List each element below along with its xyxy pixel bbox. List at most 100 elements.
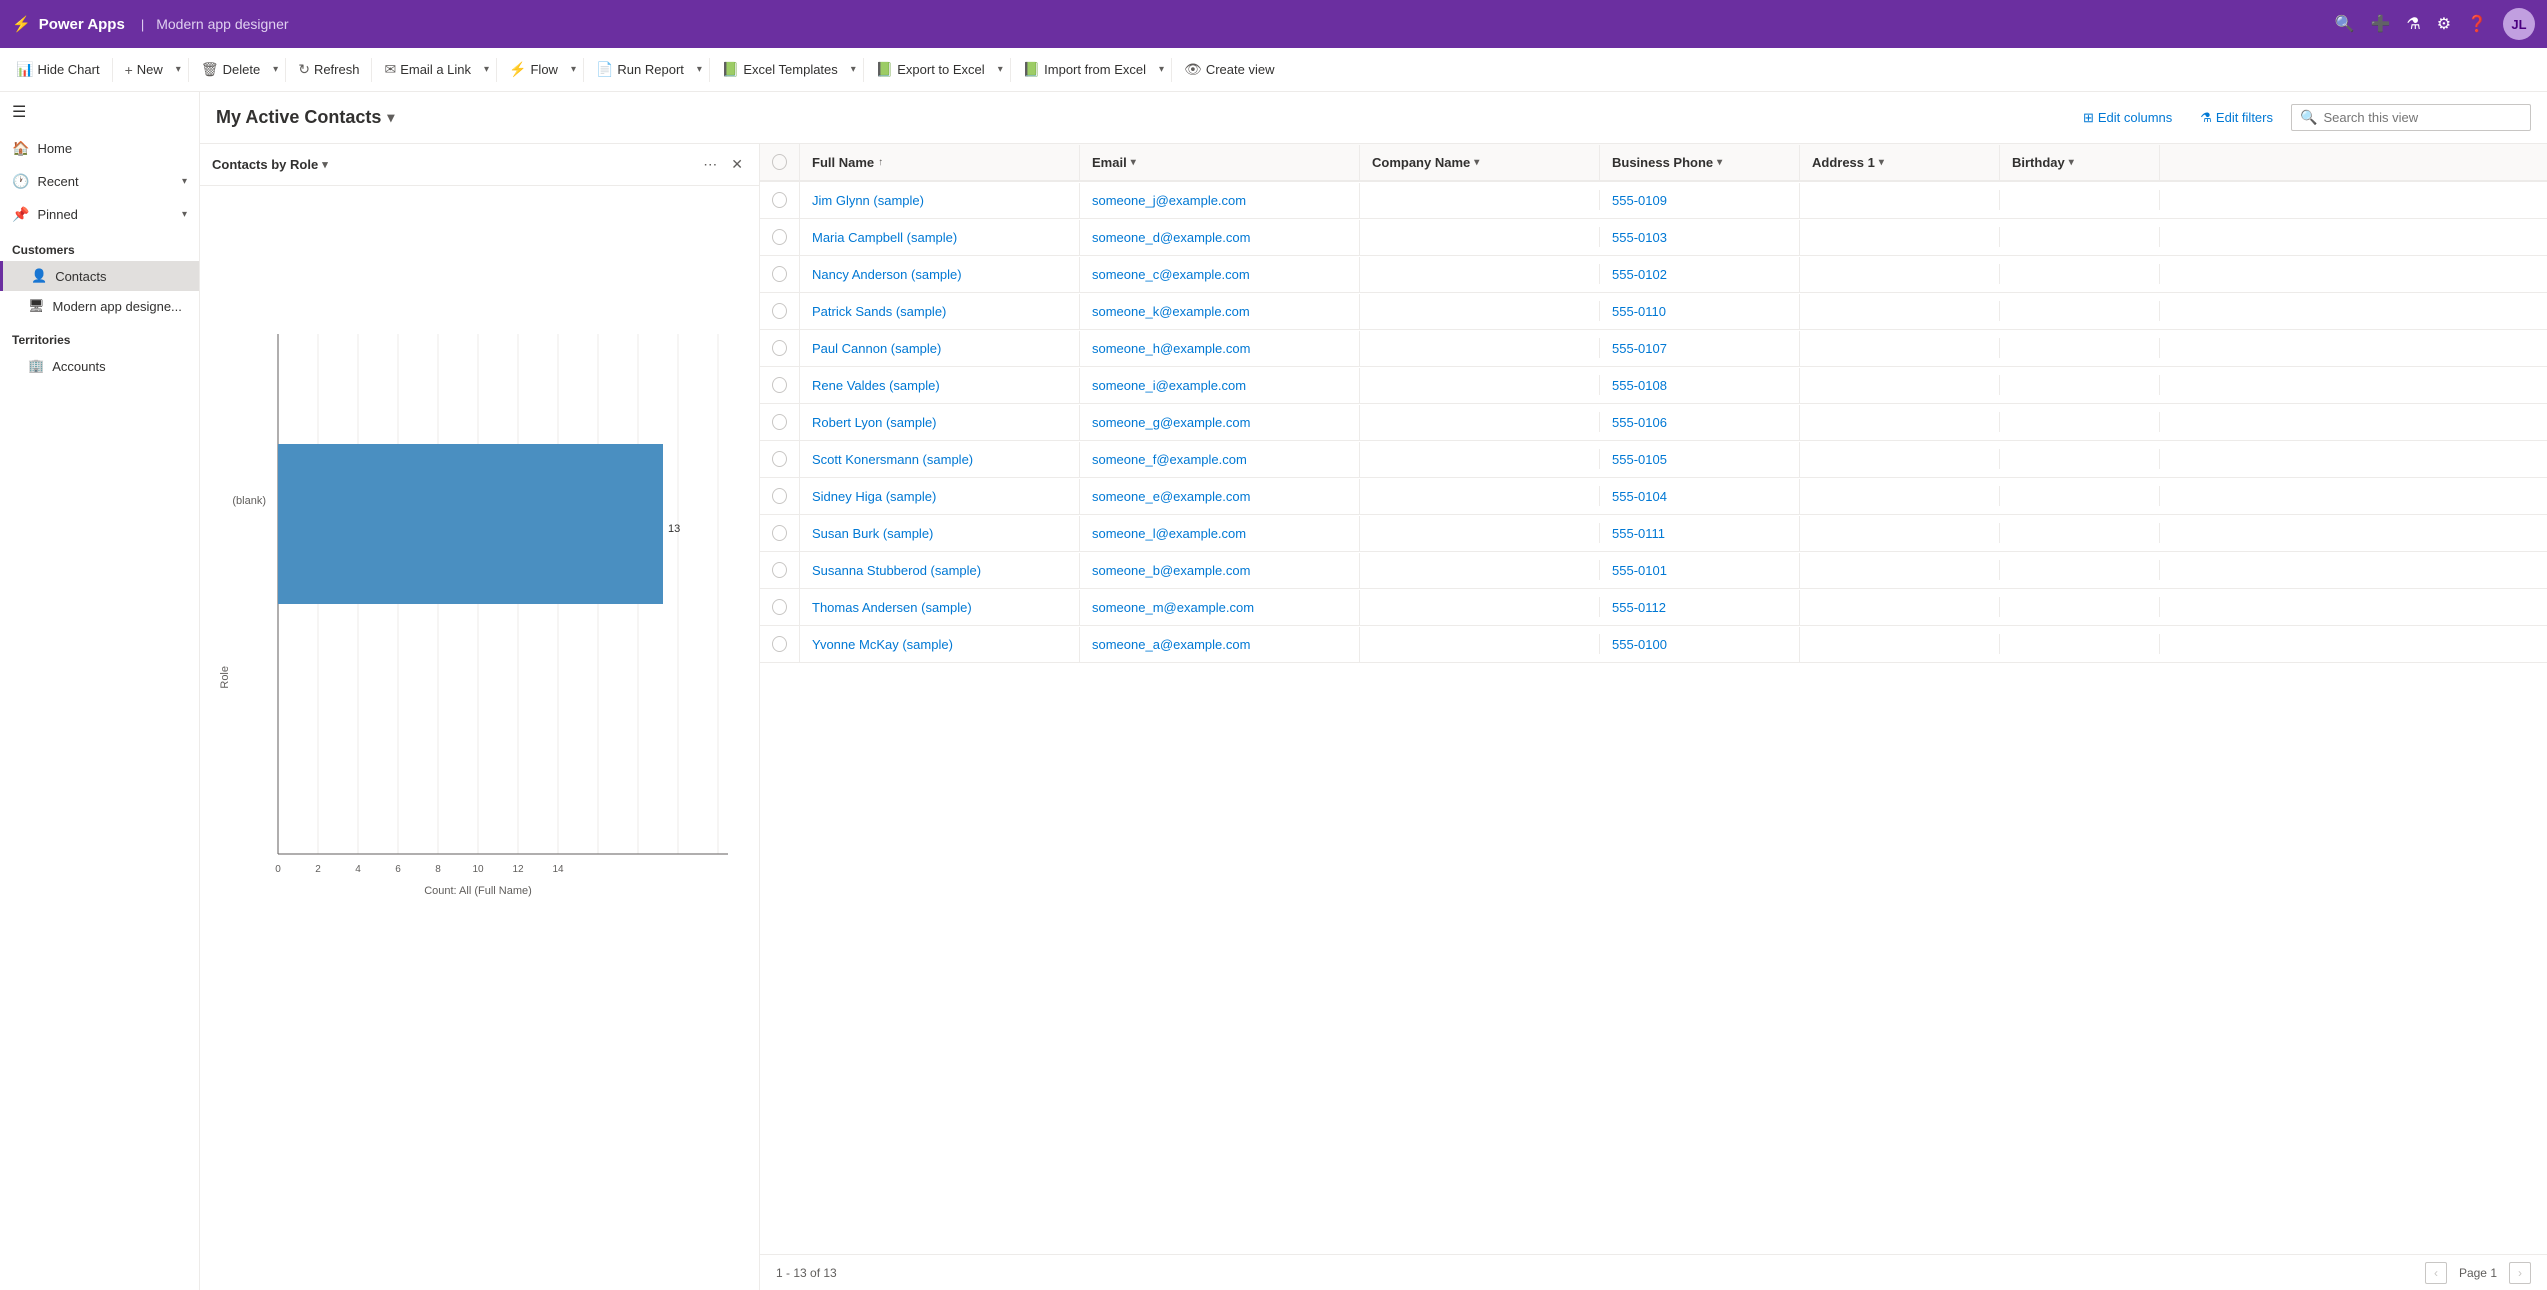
row-checkbox[interactable] xyxy=(760,330,800,366)
cell-fullname[interactable]: Robert Lyon (sample) xyxy=(800,405,1080,440)
cell-email[interactable]: someone_k@example.com xyxy=(1080,294,1360,329)
hide-chart-button[interactable]: 📊 Hide Chart xyxy=(8,57,108,82)
excel-templates-chevron[interactable]: ▾ xyxy=(848,60,859,79)
row-checkbox[interactable] xyxy=(760,441,800,477)
row-checkbox[interactable] xyxy=(760,626,800,662)
row-checkbox[interactable] xyxy=(760,182,800,218)
next-page-button[interactable]: › xyxy=(2509,1262,2531,1284)
search-box[interactable]: 🔍 xyxy=(2291,104,2531,131)
row-checkbox[interactable] xyxy=(760,219,800,255)
cell-email[interactable]: someone_a@example.com xyxy=(1080,627,1360,662)
col-header-email[interactable]: Email ▾ xyxy=(1080,145,1360,180)
sidebar-menu-toggle[interactable]: ☰ xyxy=(0,92,199,132)
table-row[interactable]: Paul Cannon (sample) someone_h@example.c… xyxy=(760,330,2547,367)
cell-fullname[interactable]: Nancy Anderson (sample) xyxy=(800,257,1080,292)
import-excel-button[interactable]: 📗 Import from Excel xyxy=(1015,57,1154,82)
user-avatar[interactable]: JL xyxy=(2503,8,2535,40)
refresh-button[interactable]: ↻ Refresh xyxy=(290,57,367,82)
col-header-birthday[interactable]: Birthday ▾ xyxy=(2000,145,2160,180)
import-excel-chevron[interactable]: ▾ xyxy=(1156,60,1167,79)
cell-email[interactable]: someone_g@example.com xyxy=(1080,405,1360,440)
col-header-checkbox[interactable] xyxy=(760,144,800,180)
table-row[interactable]: Scott Konersmann (sample) someone_f@exam… xyxy=(760,441,2547,478)
col-header-address[interactable]: Address 1 ▾ xyxy=(1800,145,2000,180)
sidebar-item-modern-app[interactable]: 🖥 Modern app designe... xyxy=(0,291,199,321)
cell-fullname[interactable]: Susanna Stubberod (sample) xyxy=(800,553,1080,588)
cell-phone[interactable]: 555-0109 xyxy=(1600,183,1800,218)
cell-phone[interactable]: 555-0104 xyxy=(1600,479,1800,514)
table-row[interactable]: Robert Lyon (sample) someone_g@example.c… xyxy=(760,404,2547,441)
row-checkbox[interactable] xyxy=(760,478,800,514)
row-checkbox[interactable] xyxy=(760,293,800,329)
new-chevron[interactable]: ▾ xyxy=(173,60,184,79)
col-header-company[interactable]: Company Name ▾ xyxy=(1360,145,1600,180)
cell-phone[interactable]: 555-0100 xyxy=(1600,627,1800,662)
cell-email[interactable]: someone_b@example.com xyxy=(1080,553,1360,588)
cell-email[interactable]: someone_e@example.com xyxy=(1080,479,1360,514)
cell-fullname[interactable]: Paul Cannon (sample) xyxy=(800,331,1080,366)
cell-phone[interactable]: 555-0108 xyxy=(1600,368,1800,403)
cell-email[interactable]: someone_i@example.com xyxy=(1080,368,1360,403)
run-report-button[interactable]: 📄 Run Report xyxy=(588,57,692,82)
settings-icon[interactable]: ⚙ xyxy=(2437,14,2451,34)
filter-icon[interactable]: ⚗ xyxy=(2406,14,2420,34)
cell-email[interactable]: someone_c@example.com xyxy=(1080,257,1360,292)
cell-email[interactable]: someone_d@example.com xyxy=(1080,220,1360,255)
row-checkbox[interactable] xyxy=(760,589,800,625)
row-checkbox[interactable] xyxy=(760,367,800,403)
edit-filters-button[interactable]: ⚗ Edit filters xyxy=(2190,105,2283,131)
chart-close-button[interactable]: ✕ xyxy=(727,152,747,177)
search-input[interactable] xyxy=(2323,110,2522,125)
table-row[interactable]: Yvonne McKay (sample) someone_a@example.… xyxy=(760,626,2547,663)
cell-fullname[interactable]: Patrick Sands (sample) xyxy=(800,294,1080,329)
cell-fullname[interactable]: Maria Campbell (sample) xyxy=(800,220,1080,255)
run-report-chevron[interactable]: ▾ xyxy=(694,60,705,79)
export-excel-button[interactable]: 📗 Export to Excel xyxy=(868,57,993,82)
row-checkbox[interactable] xyxy=(760,515,800,551)
cell-email[interactable]: someone_h@example.com xyxy=(1080,331,1360,366)
sidebar-item-recent[interactable]: 🕐 Recent ▾ xyxy=(0,165,199,198)
cell-fullname[interactable]: Scott Konersmann (sample) xyxy=(800,442,1080,477)
cell-phone[interactable]: 555-0107 xyxy=(1600,331,1800,366)
cell-phone[interactable]: 555-0112 xyxy=(1600,590,1800,625)
cell-fullname[interactable]: Jim Glynn (sample) xyxy=(800,183,1080,218)
table-row[interactable]: Susan Burk (sample) someone_l@example.co… xyxy=(760,515,2547,552)
cell-fullname[interactable]: Rene Valdes (sample) xyxy=(800,368,1080,403)
table-row[interactable]: Jim Glynn (sample) someone_j@example.com… xyxy=(760,182,2547,219)
cell-phone[interactable]: 555-0103 xyxy=(1600,220,1800,255)
delete-chevron[interactable]: ▾ xyxy=(270,60,281,79)
cell-fullname[interactable]: Thomas Andersen (sample) xyxy=(800,590,1080,625)
header-checkbox[interactable] xyxy=(772,154,787,170)
delete-button[interactable]: 🗑 Delete xyxy=(193,57,268,82)
row-checkbox[interactable] xyxy=(760,404,800,440)
sidebar-item-pinned[interactable]: 📌 Pinned ▾ xyxy=(0,198,199,231)
cell-phone[interactable]: 555-0106 xyxy=(1600,405,1800,440)
row-checkbox[interactable] xyxy=(760,256,800,292)
row-checkbox[interactable] xyxy=(760,552,800,588)
chart-more-button[interactable]: ⋯ xyxy=(699,152,721,177)
cell-phone[interactable]: 555-0105 xyxy=(1600,442,1800,477)
table-row[interactable]: Rene Valdes (sample) someone_i@example.c… xyxy=(760,367,2547,404)
cell-fullname[interactable]: Sidney Higa (sample) xyxy=(800,479,1080,514)
new-button[interactable]: + New xyxy=(117,58,171,82)
cell-phone[interactable]: 555-0101 xyxy=(1600,553,1800,588)
cell-fullname[interactable]: Yvonne McKay (sample) xyxy=(800,627,1080,662)
email-link-button[interactable]: ✉ Email a Link xyxy=(376,57,479,82)
sidebar-item-accounts[interactable]: 🏢 Accounts xyxy=(0,351,199,381)
create-view-button[interactable]: 👁 Create view xyxy=(1176,57,1282,82)
table-row[interactable]: Maria Campbell (sample) someone_d@exampl… xyxy=(760,219,2547,256)
chart-bar[interactable] xyxy=(278,444,663,604)
add-icon[interactable]: ➕ xyxy=(2370,14,2390,34)
search-icon[interactable]: 🔍 xyxy=(2335,14,2355,34)
table-row[interactable]: Sidney Higa (sample) someone_e@example.c… xyxy=(760,478,2547,515)
cell-phone[interactable]: 555-0111 xyxy=(1600,516,1800,551)
sidebar-item-contacts[interactable]: 👤 Contacts xyxy=(0,261,199,291)
cell-phone[interactable]: 555-0110 xyxy=(1600,294,1800,329)
cell-email[interactable]: someone_l@example.com xyxy=(1080,516,1360,551)
sidebar-item-home[interactable]: 🏠 Home xyxy=(0,132,199,165)
export-excel-chevron[interactable]: ▾ xyxy=(995,60,1006,79)
col-header-phone[interactable]: Business Phone ▾ xyxy=(1600,145,1800,180)
flow-button[interactable]: ⚡ Flow xyxy=(501,57,566,82)
table-row[interactable]: Susanna Stubberod (sample) someone_b@exa… xyxy=(760,552,2547,589)
cell-email[interactable]: someone_j@example.com xyxy=(1080,183,1360,218)
